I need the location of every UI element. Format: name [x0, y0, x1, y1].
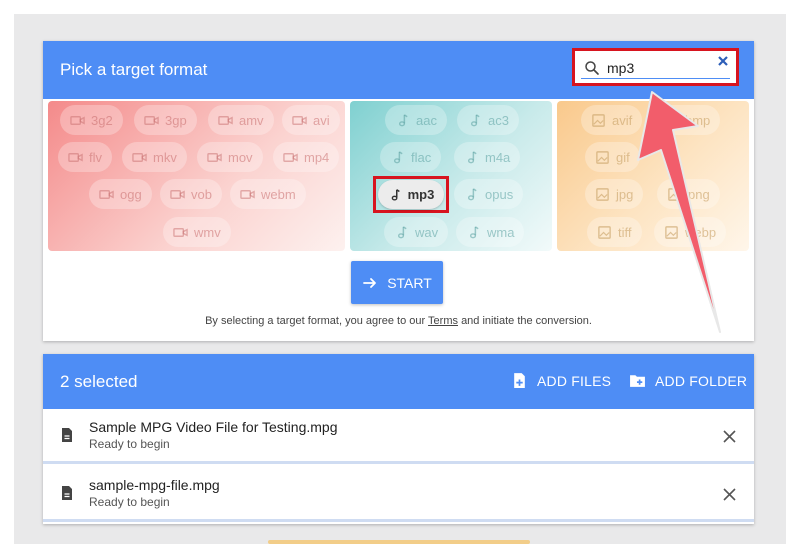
format-chip-mp3-selected[interactable]: mp3 — [378, 180, 444, 209]
image-icon — [665, 113, 678, 127]
search-icon — [585, 60, 599, 75]
image-formats-panel: avif bmp gif jpg png tiff webp — [557, 101, 749, 251]
format-chip-avi[interactable]: avi — [282, 105, 340, 135]
format-chip-webp[interactable]: webp — [654, 217, 727, 247]
format-chip-m4a[interactable]: m4a — [454, 142, 521, 172]
search-highlight-box — [572, 48, 739, 86]
format-chip-mkv[interactable]: mkv — [122, 142, 187, 172]
music-note-icon — [469, 225, 479, 238]
add-file-icon — [514, 373, 525, 388]
video-formats-panel: 3g2 3gp amv avi flv mkv mov mp4 ogg vob … — [48, 101, 345, 251]
search-input[interactable] — [607, 59, 707, 76]
format-chip-tiff[interactable]: tiff — [587, 217, 642, 247]
music-note-icon — [467, 150, 477, 163]
format-chip-aac[interactable]: aac — [385, 105, 447, 135]
video-camera-icon — [144, 115, 159, 125]
format-chip-flac[interactable]: flac — [380, 142, 442, 172]
music-note-icon — [391, 188, 400, 201]
file-row: Sample MPG Video File for Testing.mpg Re… — [43, 409, 754, 464]
start-button[interactable]: START — [351, 261, 443, 304]
format-chip-wmv[interactable]: wmv — [163, 217, 231, 247]
format-chip-gif[interactable]: gif — [585, 142, 640, 172]
format-chip-png[interactable]: png — [657, 179, 720, 209]
clear-search-icon[interactable] — [716, 54, 730, 68]
video-camera-icon — [173, 227, 188, 237]
terms-notice: By selecting a target format, you agree … — [43, 315, 754, 327]
image-icon — [665, 225, 678, 239]
add-folder-button[interactable]: ADD FOLDER — [629, 372, 747, 389]
format-chip-amv[interactable]: amv — [208, 105, 274, 135]
search-field[interactable] — [581, 57, 730, 79]
format-chip-flv[interactable]: flv — [58, 142, 112, 172]
terms-text-before: By selecting a target format, you agree … — [205, 315, 426, 327]
file-status: Ready to begin — [89, 495, 170, 509]
music-note-icon — [393, 150, 403, 163]
page-title: Pick a target format — [60, 60, 208, 79]
video-camera-icon — [283, 152, 298, 162]
music-note-icon — [470, 113, 480, 126]
video-camera-icon — [218, 115, 233, 125]
format-chip-avif[interactable]: avif — [581, 105, 643, 135]
music-note-icon — [397, 225, 407, 238]
format-chip-3g2[interactable]: 3g2 — [60, 105, 123, 135]
start-button-label: START — [387, 274, 432, 291]
terms-link[interactable]: Terms — [428, 315, 458, 327]
file-icon — [62, 486, 72, 500]
music-note-icon — [398, 113, 408, 126]
add-folder-label: ADD FOLDER — [655, 372, 748, 389]
format-chip-wav[interactable]: wav — [384, 217, 449, 247]
format-chip-jpg[interactable]: jpg — [585, 179, 644, 209]
image-icon — [596, 187, 609, 201]
format-chip-3gp[interactable]: 3gp — [134, 105, 197, 135]
terms-text-after: and initiate the conversion. — [461, 315, 592, 327]
video-camera-icon — [240, 189, 255, 199]
format-chip-ogg[interactable]: ogg — [89, 179, 152, 209]
video-camera-icon — [68, 152, 83, 162]
video-camera-icon — [170, 189, 185, 199]
format-chip-wma[interactable]: wma — [456, 217, 525, 247]
remove-file-close-icon[interactable] — [723, 488, 736, 501]
format-chip-ac3[interactable]: ac3 — [457, 105, 519, 135]
image-icon — [668, 187, 681, 201]
remove-file-close-icon[interactable] — [723, 430, 736, 443]
music-note-icon — [467, 187, 477, 200]
format-chip-mp4[interactable]: mp4 — [273, 142, 340, 172]
format-chip-mov[interactable]: mov — [197, 142, 263, 172]
format-chip-vob[interactable]: vob — [160, 179, 222, 209]
video-camera-icon — [292, 115, 307, 125]
video-camera-icon — [70, 115, 85, 125]
file-row: sample-mpg-file.mpg Ready to begin — [43, 467, 754, 522]
arrow-right-icon — [363, 277, 377, 288]
add-files-label: ADD FILES — [537, 372, 612, 389]
video-camera-icon — [132, 152, 147, 162]
image-icon — [596, 150, 609, 164]
selected-files-card: 2 selected ADD FILES ADD FOLDER Sample M… — [43, 354, 754, 524]
file-name: Sample MPG Video File for Testing.mpg — [89, 419, 338, 435]
video-camera-icon — [207, 152, 222, 162]
file-name: sample-mpg-file.mpg — [89, 477, 220, 493]
selected-format-label: mp3 — [407, 187, 435, 202]
selected-count: 2 selected — [60, 371, 138, 391]
format-picker-header: Pick a target format — [43, 41, 754, 99]
add-folder-icon — [630, 375, 645, 387]
format-chip-bmp[interactable]: bmp — [654, 105, 721, 135]
next-card-hint — [268, 540, 530, 544]
file-icon — [62, 428, 72, 442]
video-camera-icon — [99, 189, 114, 199]
add-files-button[interactable]: ADD FILES — [511, 372, 611, 389]
format-chip-webm[interactable]: webm — [230, 179, 306, 209]
format-chip-opus[interactable]: opus — [454, 179, 524, 209]
image-icon — [598, 225, 611, 239]
files-header: 2 selected ADD FILES ADD FOLDER — [43, 354, 754, 409]
file-status: Ready to begin — [89, 437, 170, 451]
image-icon — [592, 113, 605, 127]
